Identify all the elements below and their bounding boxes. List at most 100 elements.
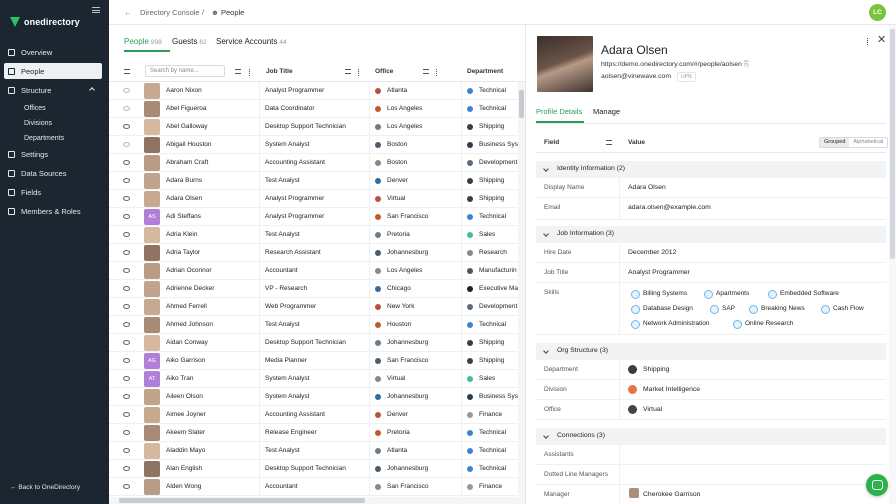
- table-row[interactable]: Adara Burns Test Analyst Denver Shipping: [109, 172, 518, 190]
- column-header-department[interactable]: Department: [467, 68, 503, 75]
- field-value[interactable]: Shipping: [643, 366, 669, 373]
- sidebar-item-fields[interactable]: Fields: [4, 184, 102, 200]
- visibility-eye-icon[interactable]: [123, 160, 130, 165]
- visibility-eye-icon[interactable]: [123, 178, 130, 183]
- column-header-office[interactable]: Office: [375, 68, 393, 75]
- filter-icon[interactable]: [606, 140, 612, 145]
- profile-email[interactable]: aolsen@vinewave.com: [601, 73, 671, 80]
- sidebar-subitem-divisions[interactable]: Divisions: [4, 116, 102, 131]
- filter-icon[interactable]: [235, 69, 241, 74]
- scrollbar-thumb[interactable]: [519, 90, 524, 118]
- table-row[interactable]: AT Aiko Tran System Analyst Virtual Sales: [109, 370, 518, 388]
- visibility-eye-icon[interactable]: [123, 286, 130, 291]
- table-row[interactable]: Abraham Craft Accounting Assistant Boston D…: [109, 154, 518, 172]
- table-row[interactable]: Akeem Slater Release Engineer Pretoria Tech…: [109, 424, 518, 442]
- horizontal-scrollbar[interactable]: [109, 497, 525, 504]
- table-row[interactable]: AS Adi Steffans Analyst Programmer San Fran…: [109, 208, 518, 226]
- search-input[interactable]: Search by name...: [145, 65, 225, 77]
- skill-chip[interactable]: Online Research: [732, 317, 793, 330]
- toggle-grouped[interactable]: Grouped: [820, 138, 850, 147]
- kebab-menu-icon[interactable]: [358, 69, 360, 76]
- visibility-eye-icon[interactable]: [123, 412, 130, 417]
- section-org-structure[interactable]: Org Structure (3): [536, 343, 886, 360]
- table-row[interactable]: Ahmed Johnson Test Analyst Houston Technica…: [109, 316, 518, 334]
- table-row[interactable]: Aladdin Mayo Test Analyst Atlanta Technical: [109, 442, 518, 460]
- vertical-scrollbar[interactable]: [518, 82, 525, 497]
- toggle-alphabetical[interactable]: Alphabetical: [849, 138, 887, 147]
- filter-icon[interactable]: [124, 69, 130, 74]
- visibility-eye-icon[interactable]: [123, 484, 130, 489]
- skill-chip[interactable]: Breaking News: [748, 302, 805, 315]
- view-toggle[interactable]: Grouped Alphabetical: [819, 137, 889, 148]
- sidebar-item-structure[interactable]: Structure: [4, 82, 102, 98]
- skill-chip[interactable]: Network Administration: [630, 317, 709, 330]
- visibility-eye-icon[interactable]: [123, 448, 130, 453]
- skill-chip[interactable]: Embedded Software: [767, 287, 839, 300]
- table-row[interactable]: AG Aiko Garrison Media Planner San Francisc…: [109, 352, 518, 370]
- table-row[interactable]: Abel Figueroa Data Coordinator Los Angeles…: [109, 100, 518, 118]
- visibility-eye-icon[interactable]: [123, 124, 130, 129]
- table-row[interactable]: Adrian Oconnor Accountant Los Angeles Manuf…: [109, 262, 518, 280]
- section-identity[interactable]: Identity Information (2): [536, 161, 886, 178]
- table-row[interactable]: Aidan Conway Desktop Support Technician Jo…: [109, 334, 518, 352]
- kebab-menu-icon[interactable]: [436, 69, 438, 76]
- table-row[interactable]: Adria Taylor Research Assistant Johannesbu…: [109, 244, 518, 262]
- scrollbar-thumb[interactable]: [119, 498, 365, 503]
- profile-url[interactable]: https://demo.onedirectory.com/#/people/a…: [601, 61, 749, 69]
- table-row[interactable]: Alden Wong Accountant San Francisco Finance: [109, 478, 518, 496]
- table-row[interactable]: Ahmed Ferrell Web Programmer New York Devel…: [109, 298, 518, 316]
- visibility-eye-icon[interactable]: [123, 358, 130, 363]
- tab-people[interactable]: People 998: [124, 37, 162, 46]
- visibility-eye-icon[interactable]: [123, 268, 130, 273]
- filter-icon[interactable]: [345, 69, 351, 74]
- sidebar-subitem-departments[interactable]: Departments: [4, 131, 102, 146]
- copy-icon[interactable]: ⎘: [744, 61, 749, 68]
- table-row[interactable]: Abel Galloway Desktop Support Technician L…: [109, 118, 518, 136]
- visibility-eye-icon[interactable]: [123, 394, 130, 399]
- visibility-eye-icon[interactable]: [123, 142, 130, 147]
- visibility-eye-icon[interactable]: [123, 88, 130, 93]
- table-row[interactable]: Aaron Nixon Analyst Programmer Atlanta Tech…: [109, 82, 518, 100]
- skill-chip[interactable]: Database Design: [630, 302, 693, 315]
- sidebar-item-people[interactable]: People: [4, 63, 102, 79]
- menu-icon[interactable]: [92, 7, 100, 13]
- back-arrow-icon[interactable]: ←: [124, 8, 132, 17]
- sidebar-item-overview[interactable]: Overview: [4, 44, 102, 60]
- visibility-eye-icon[interactable]: [123, 250, 130, 255]
- table-row[interactable]: Adrienne Decker VP - Research Chicago Execu…: [109, 280, 518, 298]
- chat-button[interactable]: [866, 474, 888, 496]
- section-job[interactable]: Job Information (3): [536, 226, 886, 243]
- table-row[interactable]: Aileen Olson System Analyst Johannesburg Bu…: [109, 388, 518, 406]
- panel-scrollbar[interactable]: [889, 25, 896, 504]
- breadcrumb-parent[interactable]: Directory Console: [140, 8, 200, 17]
- sidebar-item-settings[interactable]: Settings: [4, 146, 102, 162]
- sidebar-item-data-sources[interactable]: Data Sources: [4, 165, 102, 181]
- visibility-eye-icon[interactable]: [123, 196, 130, 201]
- tab-manage[interactable]: Manage: [593, 107, 620, 116]
- filter-icon[interactable]: [423, 69, 429, 74]
- field-value[interactable]: Cherokee Garrison: [643, 491, 700, 498]
- visibility-eye-icon[interactable]: [123, 340, 130, 345]
- table-row[interactable]: Alan English Desktop Support Technician Jo…: [109, 460, 518, 478]
- table-row[interactable]: Adria Klein Test Analyst Pretoria Sales: [109, 226, 518, 244]
- column-header-job-title[interactable]: Job Title: [266, 68, 293, 75]
- close-icon[interactable]: ✕: [877, 35, 886, 46]
- user-avatar[interactable]: LC: [869, 4, 886, 21]
- tab-profile-details[interactable]: Profile Details: [536, 107, 582, 116]
- back-to-onedirectory-link[interactable]: ← Back to OneDirectory: [10, 484, 80, 491]
- kebab-menu-icon[interactable]: [867, 38, 869, 45]
- sidebar-item-members-roles[interactable]: Members & Roles: [4, 203, 102, 219]
- skill-chip[interactable]: Cash Flow: [820, 302, 864, 315]
- section-connections[interactable]: Connections (3): [536, 428, 886, 445]
- visibility-eye-icon[interactable]: [123, 466, 130, 471]
- visibility-eye-icon[interactable]: [123, 304, 130, 309]
- tab-guests[interactable]: Guests 62: [172, 37, 207, 46]
- visibility-eye-icon[interactable]: [123, 232, 130, 237]
- logo[interactable]: onedirectory: [10, 17, 80, 27]
- sidebar-subitem-offices[interactable]: Offices: [4, 101, 102, 116]
- visibility-eye-icon[interactable]: [123, 106, 130, 111]
- skill-chip[interactable]: Apartments: [703, 287, 749, 300]
- table-row[interactable]: Adara Olsen Analyst Programmer Virtual Ship…: [109, 190, 518, 208]
- table-row[interactable]: Abigail Houston System Analyst Boston Busin…: [109, 136, 518, 154]
- visibility-eye-icon[interactable]: [123, 214, 130, 219]
